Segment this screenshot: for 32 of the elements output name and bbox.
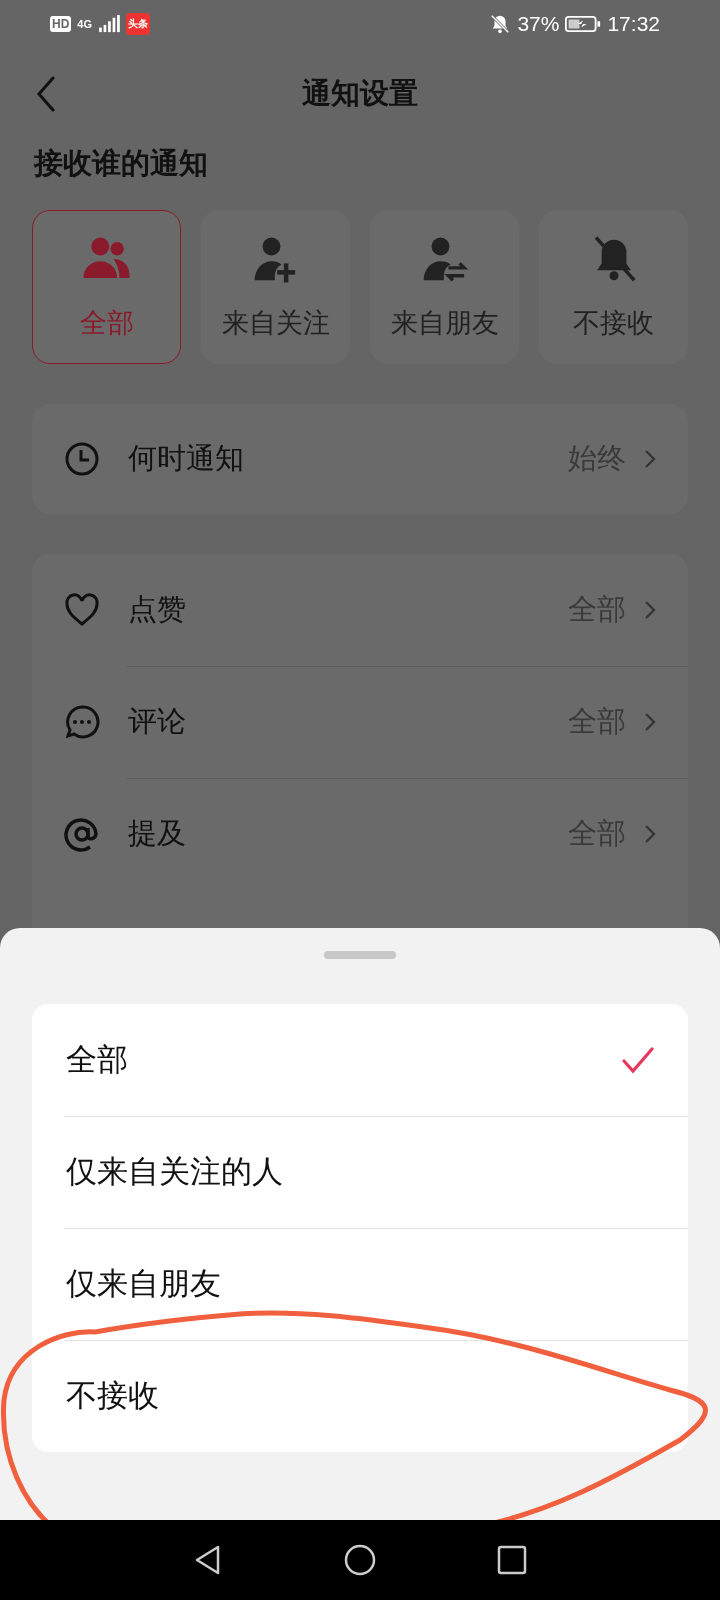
chevron-right-icon [644,449,656,469]
row-label: 何时通知 [128,441,245,476]
hd-badge: HD [50,16,72,32]
chevron-right-icon [644,712,656,732]
sheet-option[interactable]: 仅来自关注的人 [32,1116,688,1228]
muted-bell-icon [489,13,512,35]
audience-option[interactable]: 来自关注 [201,210,350,364]
audience-option[interactable]: 来自朋友 [370,210,519,364]
heart-icon [64,592,100,628]
home-circle-icon[interactable] [344,1544,376,1576]
at-sign-icon [64,816,100,852]
clock-icon [64,441,100,477]
chevron-right-icon [644,600,656,620]
drag-handle[interactable] [324,951,396,959]
recents-square-icon[interactable] [496,1544,528,1576]
network-type-label: 4G [77,18,93,30]
section-title: 接收谁的通知 [32,146,209,181]
row-label: 评论 [128,704,187,739]
app-badge: 头条 [126,13,151,35]
sheet-option[interactable]: 全部 [32,1004,688,1116]
battery-icon [565,14,602,34]
signal-icon [98,15,121,33]
row-label: 提及 [128,816,187,851]
chat-bubble-icon [64,704,100,740]
row-label: 点赞 [128,592,187,627]
back-icon[interactable] [36,76,56,112]
sheet-option[interactable]: 仅来自朋友 [32,1228,688,1340]
page-title: 通知设置 [302,76,418,111]
battery-percent: 37% [517,12,560,36]
chevron-right-icon [644,824,656,844]
clock-time: 17:32 [607,12,660,36]
audience-option[interactable]: 不接收 [539,210,688,364]
